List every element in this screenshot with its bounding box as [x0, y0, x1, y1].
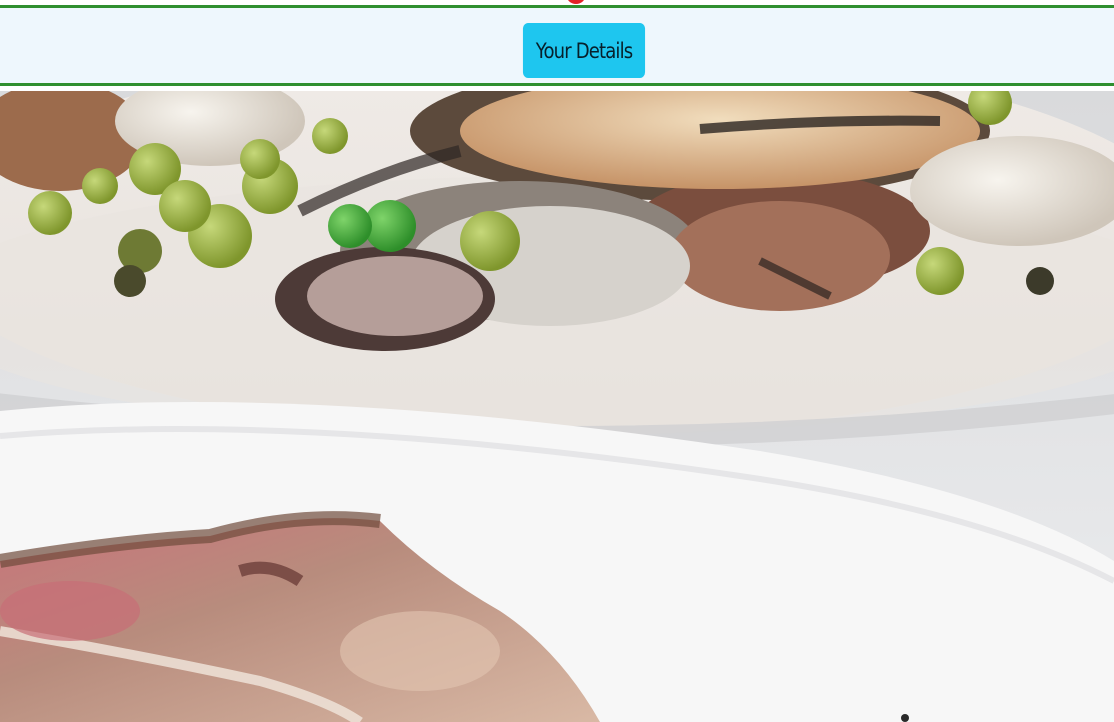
your-details-button[interactable]: Your Details — [522, 23, 646, 78]
page: Your Details — [0, 0, 1114, 722]
notification-badge-icon — [566, 0, 586, 4]
details-bar: Your Details — [0, 5, 1114, 86]
food-photo — [0, 91, 1114, 722]
